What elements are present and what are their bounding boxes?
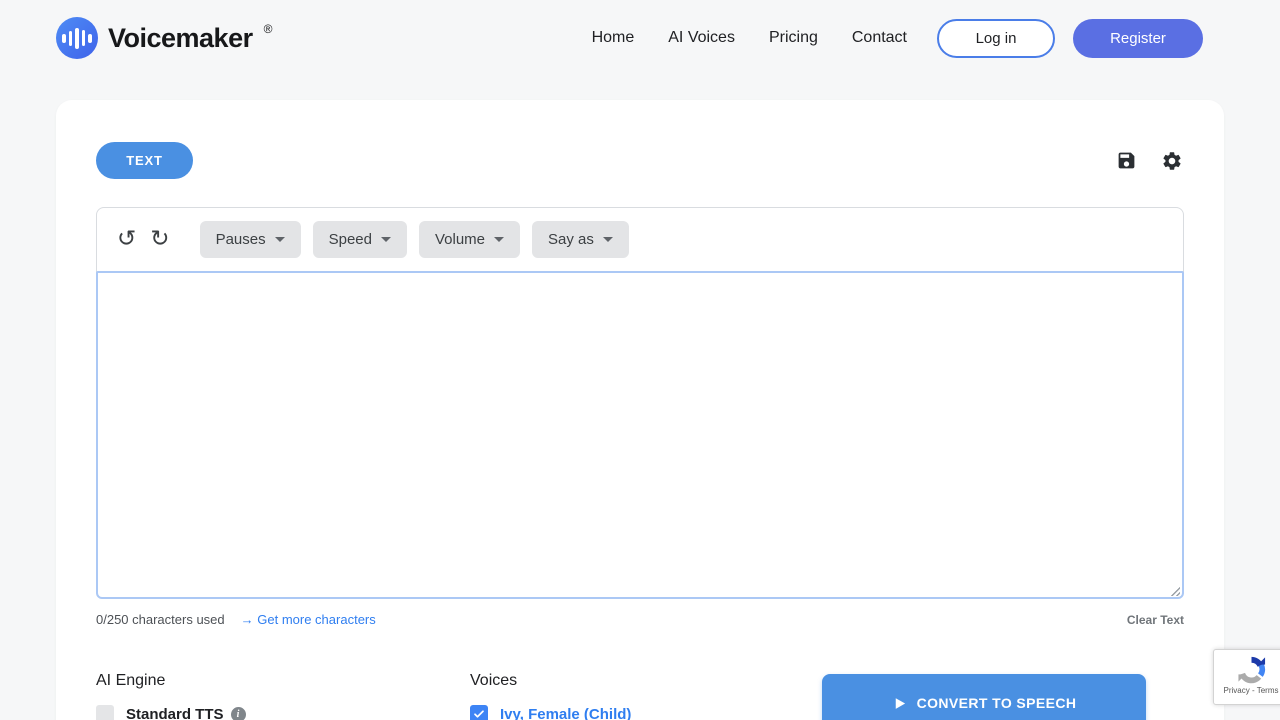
voice-option-row: Ivy, Female (Child) (470, 705, 631, 720)
settings-button[interactable] (1160, 149, 1184, 173)
brand-name: Voicemaker (108, 23, 253, 54)
tts-editor-card: TEXT ↺ ↻ Pauses (56, 100, 1224, 720)
registered-mark: ® (264, 22, 273, 36)
recaptcha-icon (1236, 654, 1267, 685)
voices-heading: Voices (470, 672, 631, 690)
info-icon[interactable]: i (231, 707, 246, 720)
check-icon (473, 708, 485, 720)
register-button[interactable]: Register (1073, 19, 1203, 58)
chevron-down-icon (603, 237, 613, 242)
brand-logo[interactable]: Voicemaker ® (56, 17, 272, 59)
text-input[interactable] (96, 271, 1184, 599)
tab-text[interactable]: TEXT (96, 142, 193, 179)
save-icon (1116, 150, 1137, 171)
engine-option-standard-tts: Standard TTS i (96, 705, 246, 720)
characters-used-counter: 0/250 characters used (96, 612, 225, 627)
selected-voice-label[interactable]: Ivy, Female (Child) (500, 706, 631, 720)
get-more-characters-link[interactable]: → Get more characters (241, 612, 376, 627)
ai-engine-section: AI Engine Standard TTS i (96, 672, 246, 720)
chevron-down-icon (381, 237, 391, 242)
gear-icon (1161, 150, 1183, 172)
save-button[interactable] (1114, 149, 1138, 173)
main-nav: Home AI Voices Pricing Contact (592, 29, 907, 47)
speed-dropdown[interactable]: Speed (313, 221, 407, 258)
nav-item-pricing[interactable]: Pricing (769, 29, 818, 47)
recaptcha-badge[interactable]: Privacy - Terms (1213, 649, 1280, 705)
text-editor-panel: ↺ ↻ Pauses Speed Volume Say as (96, 207, 1184, 599)
convert-to-speech-button[interactable]: CONVERT TO SPEECH (822, 674, 1146, 720)
engine-option-label: Standard TTS i (126, 706, 246, 720)
play-icon (892, 696, 907, 711)
chevron-down-icon (494, 237, 504, 242)
say-as-dropdown[interactable]: Say as (532, 221, 629, 258)
undo-icon[interactable]: ↺ (115, 228, 138, 251)
voice-checkbox[interactable] (470, 705, 488, 720)
voicemaker-waveform-icon (56, 17, 98, 59)
volume-dropdown[interactable]: Volume (419, 221, 520, 258)
nav-item-contact[interactable]: Contact (852, 29, 907, 47)
login-button[interactable]: Log in (937, 19, 1055, 58)
auth-buttons: Log in Register (937, 19, 1203, 58)
nav-item-ai-voices[interactable]: AI Voices (668, 29, 735, 47)
nav-item-home[interactable]: Home (592, 29, 635, 47)
ai-engine-heading: AI Engine (96, 672, 246, 690)
redo-icon[interactable]: ↻ (148, 228, 171, 251)
standard-tts-checkbox[interactable] (96, 705, 114, 720)
chevron-down-icon (275, 237, 285, 242)
pauses-dropdown[interactable]: Pauses (200, 221, 301, 258)
voices-section: Voices Ivy, Female (Child) (470, 672, 631, 720)
editor-toolbar: ↺ ↻ Pauses Speed Volume Say as (97, 208, 1183, 271)
recaptcha-privacy-terms[interactable]: Privacy - Terms (1224, 686, 1279, 695)
clear-text-button[interactable]: Clear Text (1127, 613, 1184, 627)
header: Voicemaker ® Home AI Voices Pricing Cont… (0, 0, 1280, 76)
